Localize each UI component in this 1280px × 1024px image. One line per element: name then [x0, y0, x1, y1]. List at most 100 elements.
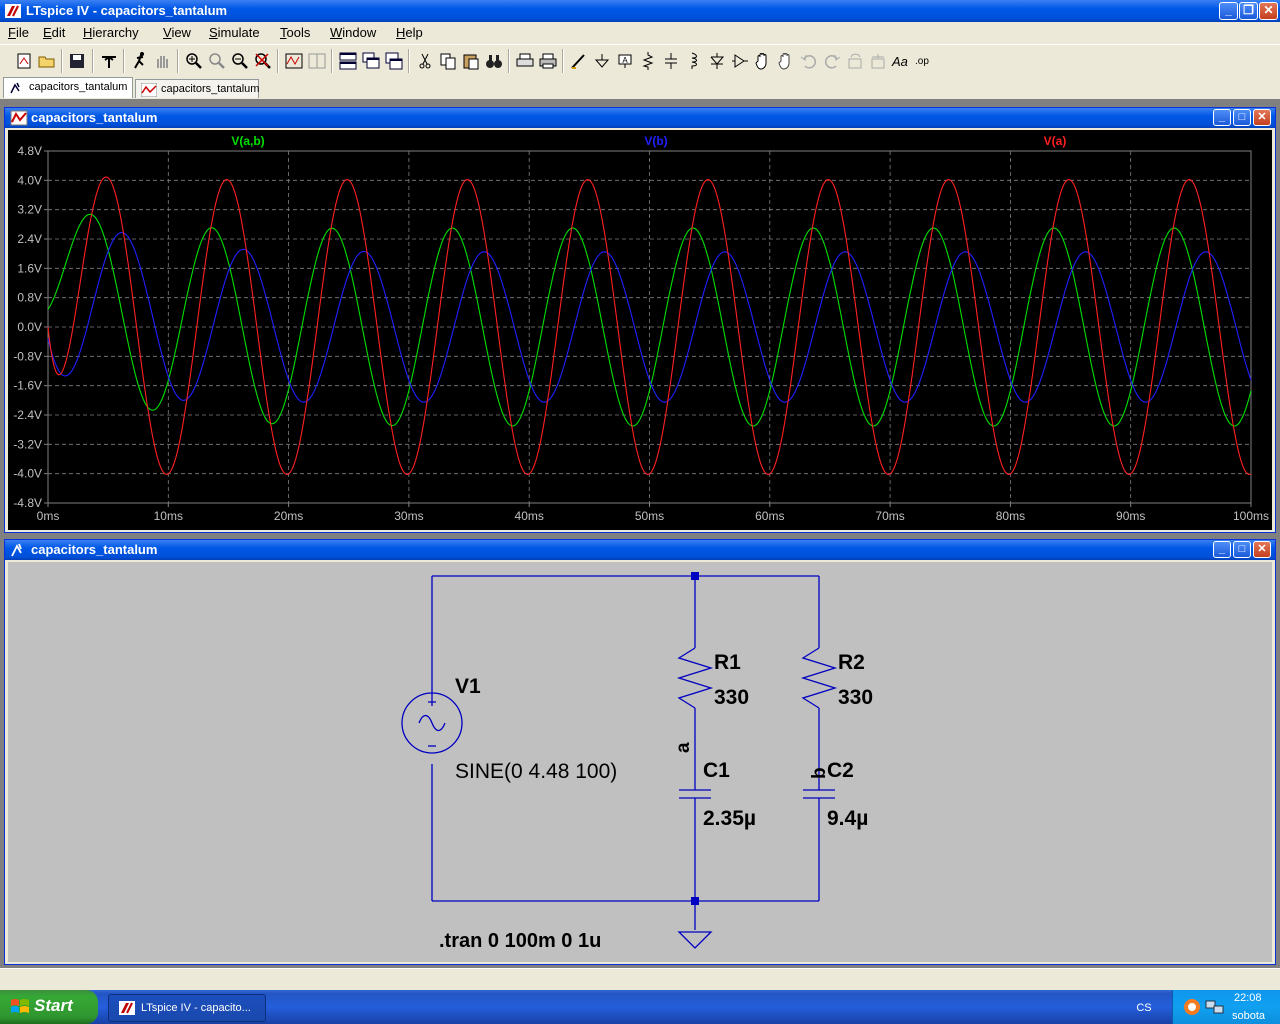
drag-icon[interactable]: [776, 51, 796, 71]
resistor-icon[interactable]: [638, 51, 658, 71]
c1-value[interactable]: 2.35µ: [703, 807, 756, 830]
zoom-in-icon[interactable]: [184, 51, 204, 71]
schematic-canvas[interactable]: V1 SINE(0 4.48 100) R1 330 R2 330 C1 2.3…: [8, 562, 1272, 962]
toolbar-separator: [508, 49, 510, 73]
resistor-r2-symbol[interactable]: [800, 647, 838, 709]
x-tick-label: 90ms: [1116, 509, 1145, 523]
x-tick-label: 30ms: [394, 509, 423, 523]
menu-window[interactable]: Window: [330, 25, 376, 40]
menu-simulate[interactable]: Simulate: [209, 25, 260, 40]
c2-value[interactable]: 9.4µ: [827, 807, 868, 830]
wire-icon[interactable]: [569, 51, 589, 71]
legend-entry[interactable]: V(b): [644, 134, 667, 148]
waveform-window-title-bar[interactable]: capacitors_tantalum _ □ ✕: [5, 108, 1275, 128]
network-icon[interactable]: [1205, 998, 1225, 1016]
cascade-icon[interactable]: [361, 51, 381, 71]
clock-time[interactable]: 22:08: [1234, 992, 1262, 1004]
label-net-icon[interactable]: A: [615, 51, 635, 71]
avast-icon[interactable]: [1183, 998, 1201, 1016]
autorange-icon[interactable]: [284, 51, 304, 71]
status-bar: [0, 968, 1280, 991]
inductor-icon[interactable]: [684, 51, 704, 71]
menu-bar: File Edit Hierarchy View Simulate Tools …: [0, 22, 1280, 44]
net-label-a[interactable]: a: [673, 742, 694, 753]
r2-label[interactable]: R2: [838, 651, 865, 674]
print-setup-icon[interactable]: [515, 51, 535, 71]
mirror-icon[interactable]: [868, 51, 888, 71]
zoom-out-icon[interactable]: [230, 51, 250, 71]
r1-value[interactable]: 330: [714, 686, 749, 709]
v1-label[interactable]: V1: [455, 675, 481, 698]
find-icon[interactable]: [484, 51, 504, 71]
waveform-plot-area[interactable]: 4.8V 4.0V 3.2V 2.4V 1.6V 0.8V 0.0V -0.8V -1.6V -2…: [8, 130, 1272, 530]
schematic-maximize-button[interactable]: □: [1233, 541, 1251, 558]
save-icon[interactable]: [67, 51, 87, 71]
spice-directive[interactable]: .tran 0 100m 0 1u: [439, 930, 601, 952]
tab-schematic[interactable]: capacitors_tantalum: [3, 77, 133, 98]
zoom-cancel-icon[interactable]: [253, 51, 273, 71]
y-tick-label: 0.8V: [17, 291, 42, 305]
ground-symbol[interactable]: [677, 931, 713, 949]
text-icon[interactable]: Aa: [891, 51, 911, 71]
zoom-pan-icon[interactable]: [207, 51, 227, 71]
schematic-window: capacitors_tantalum _ □ ✕ V1 SINE(0 4.48…: [4, 539, 1276, 965]
tab-waveform[interactable]: capacitors_tantalum: [135, 79, 259, 98]
move-icon[interactable]: [753, 51, 773, 71]
schematic-close-button[interactable]: ✕: [1253, 541, 1271, 558]
waveform-maximize-button[interactable]: □: [1233, 109, 1251, 126]
print-icon[interactable]: [538, 51, 558, 71]
c1-label[interactable]: C1: [703, 759, 730, 782]
language-indicator[interactable]: CS: [1130, 998, 1158, 1018]
schematic-drawing[interactable]: V1 SINE(0 4.48 100) R1 330 R2 330 C1 2.3…: [8, 562, 1272, 962]
new-schematic-icon[interactable]: [14, 51, 34, 71]
halt-icon[interactable]: [152, 51, 172, 71]
app-title: LTspice IV - capacitors_tantalum: [26, 3, 228, 18]
menu-edit[interactable]: Edit: [43, 25, 65, 40]
app-title-bar[interactable]: LTspice IV - capacitors_tantalum _ ❐ ✕: [0, 0, 1280, 22]
taskbar-item-ltspice[interactable]: LTspice IV - capacito...: [108, 994, 266, 1022]
capacitor-icon[interactable]: [661, 51, 681, 71]
v1-value[interactable]: SINE(0 4.48 100): [455, 760, 617, 783]
tab-waveform-label: capacitors_tantalum: [161, 83, 260, 95]
ground-icon[interactable]: [592, 51, 612, 71]
net-label-b[interactable]: b: [809, 767, 830, 779]
tile-vertical-icon[interactable]: [338, 51, 358, 71]
diode-icon[interactable]: [707, 51, 727, 71]
control-panel-icon[interactable]: [99, 51, 119, 71]
schematic-window-title-bar[interactable]: capacitors_tantalum _ □ ✕: [5, 540, 1275, 560]
redo-icon[interactable]: [822, 51, 842, 71]
capacitor-c1-symbol[interactable]: [679, 789, 711, 799]
restore-button[interactable]: ❐: [1239, 2, 1258, 20]
rotate-icon[interactable]: [845, 51, 865, 71]
tile-horizontal-icon[interactable]: [384, 51, 404, 71]
schematic-minimize-button[interactable]: _: [1213, 541, 1231, 558]
open-icon[interactable]: [37, 51, 57, 71]
close-button[interactable]: ✕: [1259, 2, 1278, 20]
waveform-minimize-button[interactable]: _: [1213, 109, 1231, 126]
minimize-button[interactable]: _: [1219, 2, 1238, 20]
c2-label[interactable]: C2: [827, 759, 854, 782]
r1-label[interactable]: R1: [714, 651, 741, 674]
capacitor-c2-symbol[interactable]: [803, 789, 835, 799]
legend-entry[interactable]: V(a,b): [231, 134, 264, 148]
x-tick-label: 80ms: [996, 509, 1025, 523]
copy-icon[interactable]: [438, 51, 458, 71]
start-button[interactable]: Start: [0, 990, 98, 1024]
paste-icon[interactable]: [461, 51, 481, 71]
run-icon[interactable]: [129, 51, 149, 71]
menu-view[interactable]: View: [163, 25, 191, 40]
menu-file[interactable]: File: [8, 25, 29, 40]
component-icon[interactable]: [730, 51, 750, 71]
legend-entry[interactable]: V(a): [1044, 134, 1067, 148]
menu-hierarchy[interactable]: Hierarchy: [83, 25, 139, 40]
resistor-r1-symbol[interactable]: [676, 647, 714, 709]
cursor-icon[interactable]: [307, 51, 327, 71]
menu-help[interactable]: Help: [396, 25, 423, 40]
cut-icon[interactable]: [415, 51, 435, 71]
menu-tools[interactable]: Tools: [280, 25, 310, 40]
waveform-close-button[interactable]: ✕: [1253, 109, 1271, 126]
r2-value[interactable]: 330: [838, 686, 873, 709]
undo-icon[interactable]: [799, 51, 819, 71]
spice-directive-icon[interactable]: .op: [914, 51, 934, 71]
waveform-chart[interactable]: 4.8V 4.0V 3.2V 2.4V 1.6V 0.8V 0.0V -0.8V -1.6V -2…: [8, 130, 1272, 530]
